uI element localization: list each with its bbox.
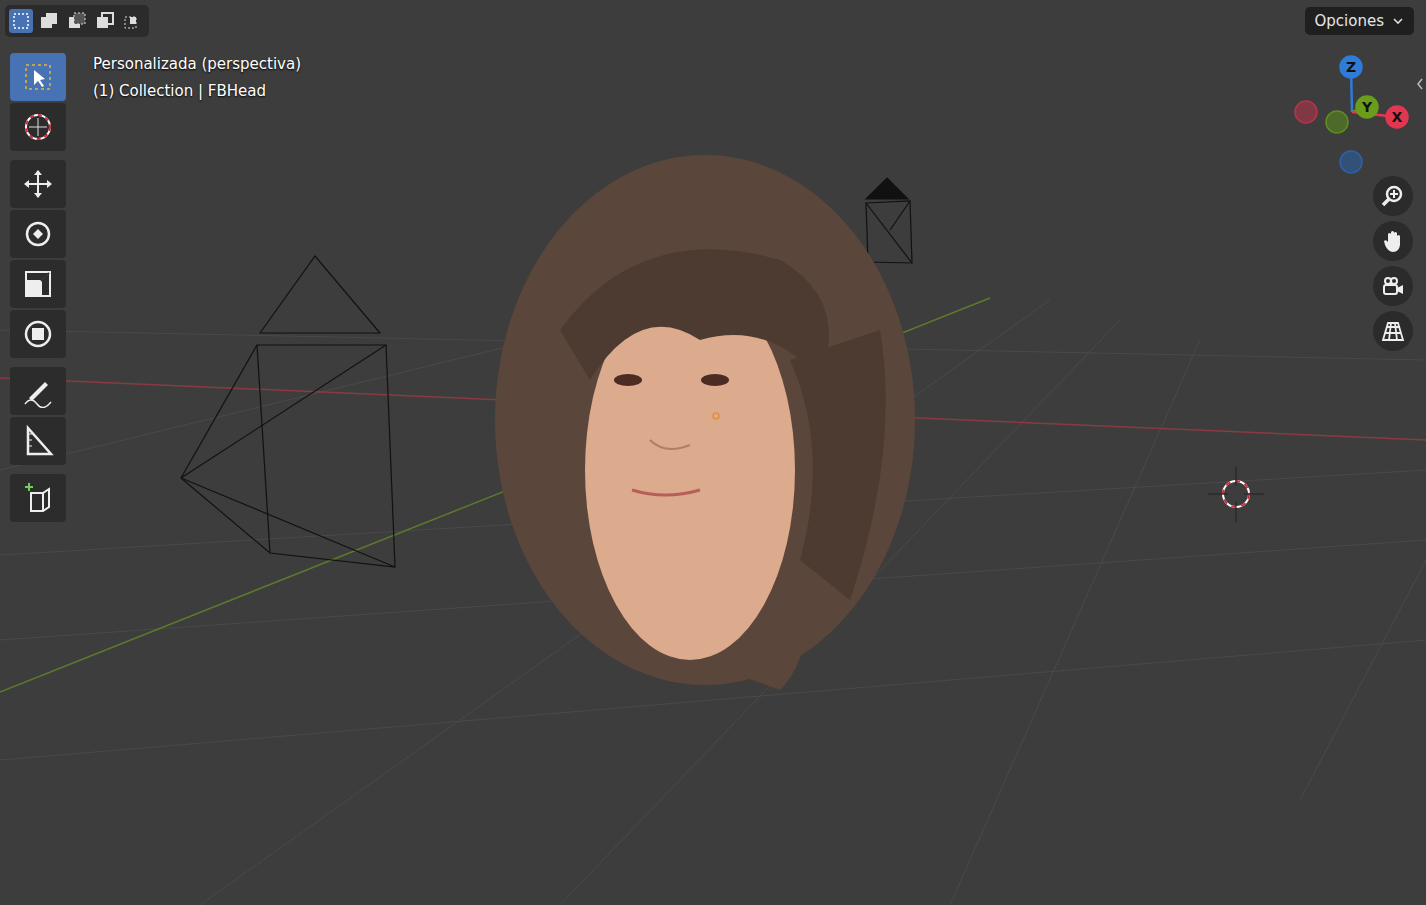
y-axis-line [0, 298, 990, 692]
tool-button[interactable] [10, 310, 66, 358]
nav-button[interactable] [1373, 311, 1413, 351]
tool-button[interactable] [10, 103, 66, 151]
intersect-mode-icon [123, 11, 143, 31]
tool-button[interactable] [10, 474, 66, 522]
collection-context: (1) Collection | FBHead [93, 80, 301, 103]
tool-button[interactable] [10, 160, 66, 208]
selection-mode-button[interactable] [65, 9, 89, 33]
nav-button[interactable] [1373, 266, 1413, 306]
tool-button[interactable] [10, 210, 66, 258]
svg-text:Z: Z [1346, 59, 1356, 75]
selection-mode-group [5, 5, 149, 37]
camera-left[interactable] [181, 256, 395, 567]
camera-icon [1380, 273, 1406, 299]
tool-button[interactable] [10, 417, 66, 465]
header-bar: Opciones [5, 5, 1414, 37]
selection-mode-button[interactable] [9, 9, 33, 33]
3d-cursor-icon[interactable] [1208, 466, 1264, 522]
new-mode-icon [11, 11, 31, 31]
scale-icon [21, 267, 55, 301]
gizmo-axis[interactable]: Y [1356, 96, 1378, 118]
measure-icon [21, 424, 55, 458]
navigation-buttons [1373, 176, 1413, 351]
view-name: Personalizada (perspectiva) [93, 53, 301, 76]
object-origin-icon [713, 413, 719, 419]
select-icon [21, 60, 55, 94]
viewport-info: Personalizada (perspectiva) (1) Collectio… [93, 53, 301, 103]
toolbar [10, 53, 66, 522]
camera-right[interactable] [866, 178, 912, 263]
annotate-icon [21, 374, 55, 408]
pan-icon [1380, 228, 1406, 254]
move-icon [21, 167, 55, 201]
tool-button[interactable] [10, 53, 66, 101]
tool-group [10, 367, 66, 465]
selection-mode-button[interactable] [37, 9, 61, 33]
transform-icon [21, 317, 55, 351]
tool-group [10, 160, 66, 358]
extend-mode-icon [39, 11, 59, 31]
gizmo-axis[interactable]: X [1386, 106, 1408, 128]
head-model[interactable] [495, 155, 915, 690]
gizmo-negative-axis[interactable] [1295, 101, 1317, 123]
svg-text:Y: Y [1361, 99, 1373, 115]
navigation-gizmo[interactable]: Z Y X [1290, 50, 1415, 175]
rotate-icon [21, 217, 55, 251]
tool-button[interactable] [10, 260, 66, 308]
tool-group [10, 53, 66, 151]
gizmo-negative-axis[interactable] [1340, 151, 1362, 173]
tool-button[interactable] [10, 367, 66, 415]
chevron-down-icon [1392, 15, 1404, 27]
tool-group [10, 474, 66, 522]
nav-button[interactable] [1373, 221, 1413, 261]
add-cube-icon [21, 481, 55, 515]
gizmo-axis[interactable]: Z [1340, 56, 1362, 78]
nav-button[interactable] [1373, 176, 1413, 216]
scene-canvas[interactable] [0, 0, 1426, 905]
cursor-icon [21, 110, 55, 144]
options-dropdown[interactable]: Opciones [1305, 7, 1414, 35]
gizmo-negative-axis[interactable] [1326, 111, 1348, 133]
difference-mode-icon [95, 11, 115, 31]
subtract-mode-icon [67, 11, 87, 31]
sidebar-toggle-icon[interactable] [1414, 70, 1426, 98]
svg-text:X: X [1392, 109, 1403, 125]
selection-mode-button[interactable] [93, 9, 117, 33]
3d-viewport[interactable]: Opciones Personalizada (perspectiva) (1) C… [0, 0, 1426, 905]
perspective-icon [1380, 318, 1406, 344]
selection-mode-button[interactable] [121, 9, 145, 33]
zoom-icon [1380, 183, 1406, 209]
